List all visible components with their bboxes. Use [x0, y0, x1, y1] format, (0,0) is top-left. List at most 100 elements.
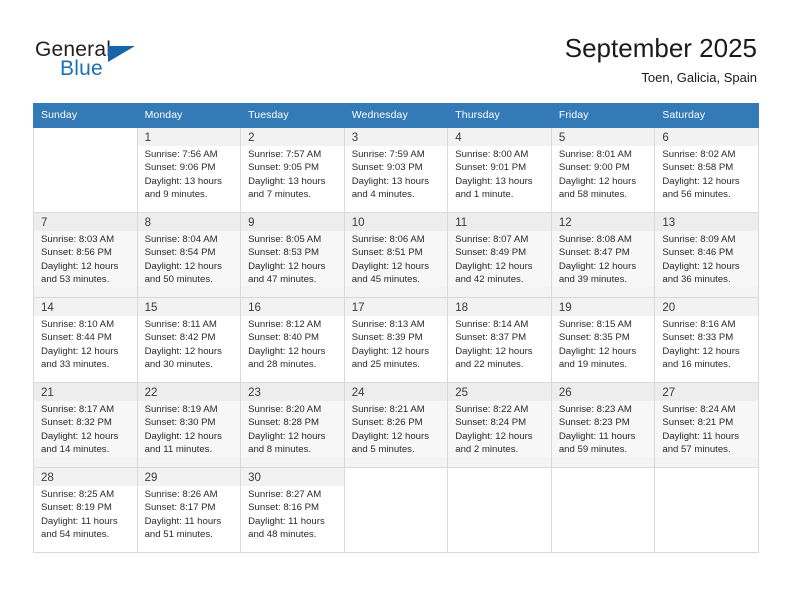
sunset-text: Sunset: 8:35 PM	[558, 332, 630, 344]
daylight-text: Daylight: 12 hours and 16 minutes.	[662, 345, 740, 371]
sunset-text: Sunset: 8:33 PM	[662, 332, 734, 344]
calendar-day-cell[interactable]: 13 Sunrise: 8:09 AM Sunset: 8:46 PM Dayligh…	[654, 212, 759, 298]
day-sun-info: Sunrise: 7:57 AM Sunset: 9:05 PM Daylight:…	[241, 146, 344, 202]
day-cell-content: 30 Sunrise: 8:27 AM Sunset: 8:16 PM Dayligh…	[241, 468, 344, 552]
calendar-day-cell[interactable]: 21 Sunrise: 8:17 AM Sunset: 8:32 PM Dayligh…	[33, 382, 138, 468]
calendar-day-cell[interactable]: 15 Sunrise: 8:11 AM Sunset: 8:42 PM Dayligh…	[136, 297, 242, 383]
day-cell-content: 10 Sunrise: 8:06 AM Sunset: 8:51 PM Dayligh…	[344, 213, 448, 297]
sunrise-text: Sunrise: 8:10 AM	[41, 319, 115, 330]
calendar-day-cell[interactable]: 12 Sunrise: 8:08 AM Sunset: 8:47 PM Dayligh…	[550, 212, 656, 298]
calendar-day-cell[interactable]: 26 Sunrise: 8:23 AM Sunset: 8:23 PM Dayligh…	[550, 382, 656, 468]
calendar-day-cell[interactable]: 10 Sunrise: 8:06 AM Sunset: 8:51 PM Dayligh…	[343, 212, 449, 298]
sunrise-text: Sunrise: 7:57 AM	[248, 149, 322, 160]
sunrise-text: Sunrise: 7:56 AM	[144, 149, 218, 160]
day-cell-content: 4 Sunrise: 8:00 AM Sunset: 9:01 PM Daylight…	[448, 128, 551, 212]
day-cell-content: 8 Sunrise: 8:04 AM Sunset: 8:54 PM Daylight…	[137, 213, 241, 297]
sunset-text: Sunset: 8:40 PM	[248, 332, 320, 344]
day-sun-info: Sunrise: 8:22 AM Sunset: 8:24 PM Daylight:…	[448, 401, 551, 457]
sunset-text: Sunset: 8:19 PM	[41, 502, 112, 514]
calendar-day-cell[interactable]: 3 Sunrise: 7:59 AM Sunset: 9:03 PM Daylight…	[343, 127, 449, 213]
day-number: 19	[551, 298, 655, 316]
calendar-cell-empty	[654, 467, 759, 553]
calendar-day-cell[interactable]: 23 Sunrise: 8:20 AM Sunset: 8:28 PM Dayligh…	[240, 382, 345, 468]
calendar-day-cell[interactable]: 27 Sunrise: 8:24 AM Sunset: 8:21 PM Dayligh…	[654, 382, 759, 468]
daylight-text: Daylight: 11 hours and 59 minutes.	[558, 430, 636, 456]
calendar-day-cell[interactable]: 24 Sunrise: 8:21 AM Sunset: 8:26 PM Dayligh…	[343, 382, 449, 468]
calendar-day-cell[interactable]: 14 Sunrise: 8:10 AM Sunset: 8:44 PM Dayligh…	[33, 297, 138, 383]
calendar-day-cell[interactable]: 18 Sunrise: 8:14 AM Sunset: 8:37 PM Dayligh…	[447, 297, 552, 383]
daylight-text: Daylight: 11 hours and 57 minutes.	[662, 430, 739, 456]
day-sun-info: Sunrise: 8:02 AM Sunset: 8:58 PM Daylight:…	[655, 146, 758, 202]
daylight-text: Daylight: 13 hours and 7 minutes.	[248, 175, 326, 201]
day-sun-info: Sunrise: 8:00 AM Sunset: 9:01 PM Daylight:…	[448, 146, 551, 202]
day-cell-content: 18 Sunrise: 8:14 AM Sunset: 8:37 PM Dayligh…	[448, 298, 551, 382]
calendar-day-cell[interactable]: 7 Sunrise: 8:03 AM Sunset: 8:56 PM Daylight…	[33, 212, 138, 298]
day-number: 22	[137, 383, 241, 401]
day-sun-info: Sunrise: 8:25 AM Sunset: 8:19 PM Daylight:…	[34, 486, 137, 542]
day-cell-content: 20 Sunrise: 8:16 AM Sunset: 8:33 PM Dayligh…	[655, 298, 758, 382]
day-number: 1	[137, 128, 241, 146]
calendar-week-row: 7 Sunrise: 8:03 AM Sunset: 8:56 PM Daylight…	[33, 212, 759, 298]
calendar-day-cell[interactable]: 9 Sunrise: 8:05 AM Sunset: 8:53 PM Daylight…	[240, 212, 345, 298]
day-number	[345, 468, 448, 472]
day-sun-info: Sunrise: 8:19 AM Sunset: 8:30 PM Daylight:…	[137, 401, 241, 457]
sunset-text: Sunset: 8:53 PM	[248, 247, 320, 259]
calendar-day-cell[interactable]: 17 Sunrise: 8:13 AM Sunset: 8:39 PM Dayligh…	[343, 297, 449, 383]
calendar-page: General Blue September 2025 Toen, Galici…	[0, 0, 792, 612]
day-sun-info: Sunrise: 8:05 AM Sunset: 8:53 PM Daylight:…	[241, 231, 344, 287]
sunrise-text: Sunrise: 8:14 AM	[455, 319, 529, 330]
calendar-day-cell[interactable]: 8 Sunrise: 8:04 AM Sunset: 8:54 PM Daylight…	[136, 212, 242, 298]
day-number: 4	[448, 128, 551, 146]
day-sun-info: Sunrise: 8:11 AM Sunset: 8:42 PM Daylight:…	[137, 316, 241, 372]
day-number: 15	[137, 298, 241, 316]
calendar-body: 1 Sunrise: 7:56 AM Sunset: 9:06 PM Daylight…	[33, 127, 759, 553]
calendar-day-cell[interactable]: 30 Sunrise: 8:27 AM Sunset: 8:16 PM Dayligh…	[240, 467, 345, 553]
calendar-day-cell[interactable]: 20 Sunrise: 8:16 AM Sunset: 8:33 PM Dayligh…	[654, 297, 759, 383]
day-sun-info: Sunrise: 8:21 AM Sunset: 8:26 PM Daylight:…	[344, 401, 448, 457]
day-cell-content	[34, 128, 137, 212]
weekday-header-friday: Friday	[550, 103, 656, 128]
general-blue-logo[interactable]: General Blue	[35, 38, 295, 88]
sunrise-text: Sunrise: 8:16 AM	[662, 319, 736, 330]
sunrise-text: Sunrise: 8:07 AM	[455, 234, 529, 245]
day-cell-content: 15 Sunrise: 8:11 AM Sunset: 8:42 PM Dayligh…	[137, 298, 241, 382]
day-number: 23	[241, 383, 344, 401]
calendar-week-row: 28 Sunrise: 8:25 AM Sunset: 8:19 PM Dayligh…	[33, 467, 759, 553]
day-sun-info: Sunrise: 8:01 AM Sunset: 9:00 PM Daylight:…	[551, 146, 655, 202]
sunset-text: Sunset: 8:26 PM	[351, 417, 423, 429]
day-number: 17	[344, 298, 448, 316]
calendar-day-cell[interactable]: 19 Sunrise: 8:15 AM Sunset: 8:35 PM Dayligh…	[550, 297, 656, 383]
day-number: 24	[344, 383, 448, 401]
calendar-day-cell[interactable]: 4 Sunrise: 8:00 AM Sunset: 9:01 PM Daylight…	[447, 127, 552, 213]
day-cell-content: 6 Sunrise: 8:02 AM Sunset: 8:58 PM Daylight…	[655, 128, 758, 212]
day-sun-info: Sunrise: 8:23 AM Sunset: 8:23 PM Daylight:…	[551, 401, 655, 457]
calendar-day-cell[interactable]: 6 Sunrise: 8:02 AM Sunset: 8:58 PM Daylight…	[654, 127, 759, 213]
day-sun-info: Sunrise: 8:13 AM Sunset: 8:39 PM Daylight:…	[344, 316, 448, 372]
day-sun-info: Sunrise: 8:27 AM Sunset: 8:16 PM Daylight:…	[241, 486, 344, 542]
day-cell-content: 9 Sunrise: 8:05 AM Sunset: 8:53 PM Daylight…	[241, 213, 344, 297]
calendar-day-cell[interactable]: 16 Sunrise: 8:12 AM Sunset: 8:40 PM Dayligh…	[240, 297, 345, 383]
weekday-header-tuesday: Tuesday	[240, 103, 345, 128]
daylight-text: Daylight: 12 hours and 42 minutes.	[455, 260, 533, 286]
calendar-day-cell[interactable]: 11 Sunrise: 8:07 AM Sunset: 8:49 PM Dayligh…	[447, 212, 552, 298]
day-cell-content: 17 Sunrise: 8:13 AM Sunset: 8:39 PM Dayligh…	[344, 298, 448, 382]
calendar-day-cell[interactable]: 22 Sunrise: 8:19 AM Sunset: 8:30 PM Dayligh…	[136, 382, 242, 468]
calendar-day-cell[interactable]: 29 Sunrise: 8:26 AM Sunset: 8:17 PM Dayligh…	[136, 467, 242, 553]
day-number: 13	[655, 213, 758, 231]
daylight-text: Daylight: 12 hours and 30 minutes.	[144, 345, 222, 371]
calendar-day-cell[interactable]: 5 Sunrise: 8:01 AM Sunset: 9:00 PM Daylight…	[550, 127, 656, 213]
day-number	[448, 468, 551, 472]
weekday-header-saturday: Saturday	[654, 103, 759, 128]
day-number: 29	[137, 468, 241, 486]
sunrise-text: Sunrise: 7:59 AM	[351, 149, 425, 160]
calendar-day-cell[interactable]: 28 Sunrise: 8:25 AM Sunset: 8:19 PM Dayligh…	[33, 467, 138, 553]
calendar-day-cell[interactable]: 2 Sunrise: 7:57 AM Sunset: 9:05 PM Daylight…	[240, 127, 345, 213]
daylight-text: Daylight: 12 hours and 22 minutes.	[455, 345, 533, 371]
sunset-text: Sunset: 8:51 PM	[351, 247, 423, 259]
day-cell-content: 24 Sunrise: 8:21 AM Sunset: 8:26 PM Dayligh…	[344, 383, 448, 467]
calendar-day-cell[interactable]: 25 Sunrise: 8:22 AM Sunset: 8:24 PM Dayligh…	[447, 382, 552, 468]
calendar-day-cell[interactable]: 1 Sunrise: 7:56 AM Sunset: 9:06 PM Daylight…	[136, 127, 242, 213]
sunset-text: Sunset: 8:47 PM	[558, 247, 630, 259]
sunset-text: Sunset: 8:21 PM	[662, 417, 734, 429]
sunset-text: Sunset: 8:16 PM	[248, 502, 320, 514]
